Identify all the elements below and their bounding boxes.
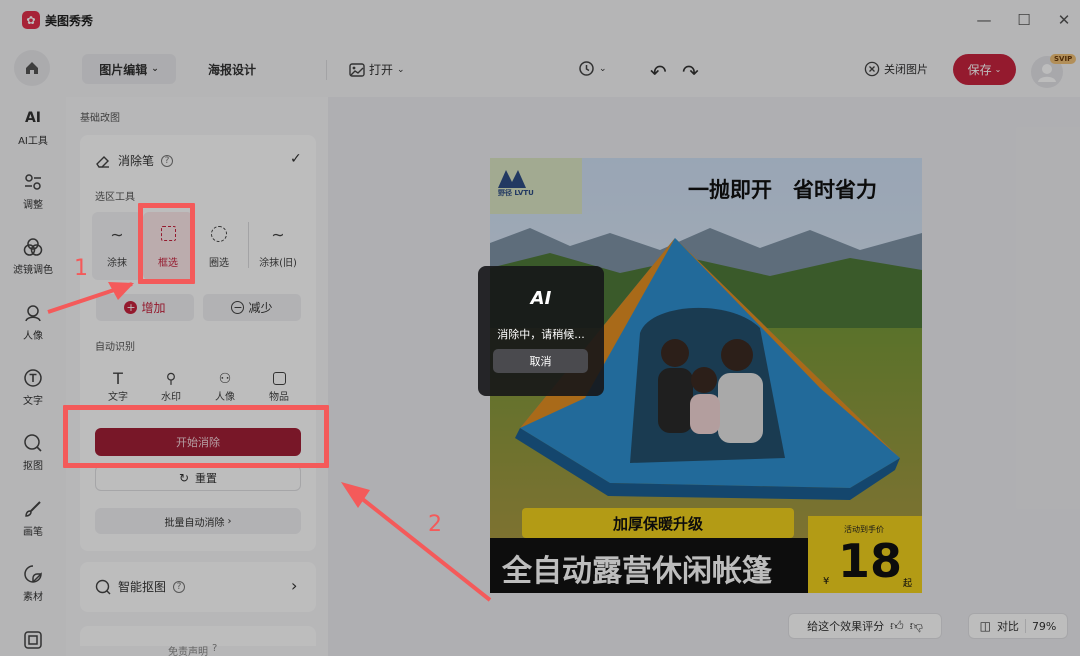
annotation-arrows [47,282,492,602]
